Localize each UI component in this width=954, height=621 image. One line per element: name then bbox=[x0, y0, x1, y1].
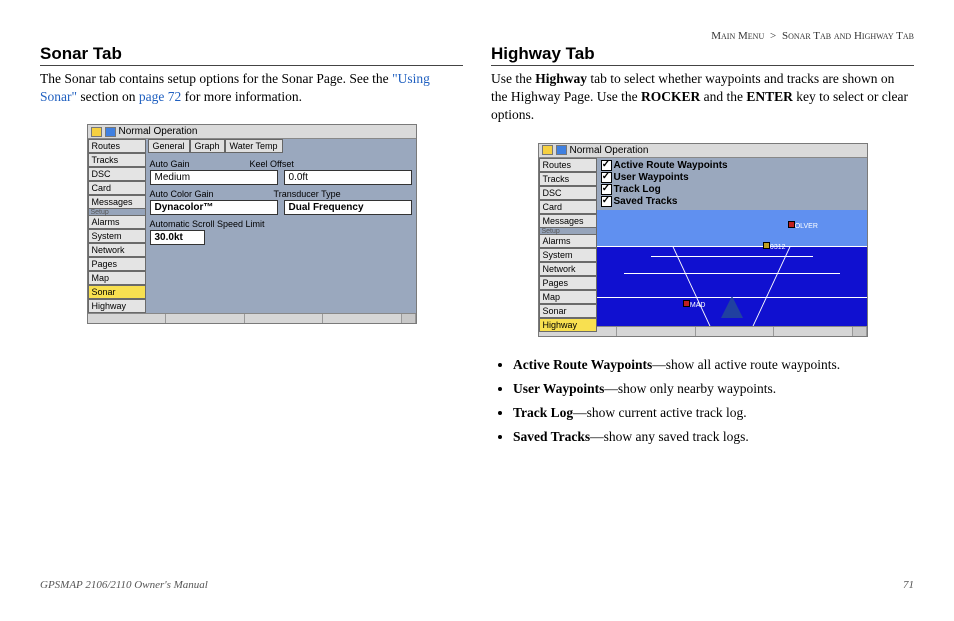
tab-tracks[interactable]: Tracks bbox=[88, 153, 146, 167]
tab-card[interactable]: Card bbox=[539, 200, 597, 214]
label-speed: Automatic Scroll Speed Limit bbox=[150, 219, 412, 229]
tab-system[interactable]: System bbox=[539, 248, 597, 262]
tab-network[interactable]: Network bbox=[539, 262, 597, 276]
tab-tracks[interactable]: Tracks bbox=[539, 172, 597, 186]
breadcrumb: Main Menu > Sonar Tab and Highway Tab bbox=[711, 30, 914, 42]
highway-bold-3: ENTER bbox=[746, 89, 793, 104]
check-user-wp[interactable]: ✓User Waypoints bbox=[601, 172, 863, 183]
sonar-intro-a: The Sonar tab contains setup options for… bbox=[40, 71, 392, 86]
highway-3d-view: OLVER 0312 MAD bbox=[597, 210, 867, 326]
waypoint-0312: 0312 bbox=[763, 242, 786, 251]
app-icon bbox=[542, 145, 553, 155]
tab-dsc[interactable]: DSC bbox=[539, 186, 597, 200]
sonar-section: Sonar Tab The Sonar tab contains setup o… bbox=[40, 44, 463, 452]
highway-app-title: Normal Operation bbox=[570, 145, 649, 156]
tab-routes[interactable]: Routes bbox=[88, 139, 146, 153]
tab-dsc[interactable]: DSC bbox=[88, 167, 146, 181]
label-autogain: Auto Gain bbox=[150, 159, 190, 169]
sonar-app-window: Normal Operation Routes Tracks DSC Card … bbox=[87, 124, 417, 324]
tab-highway[interactable]: Highway bbox=[88, 299, 146, 313]
sonar-sidebar: Routes Tracks DSC Card Messages Setup Al… bbox=[88, 139, 146, 313]
sonar-intro: The Sonar tab contains setup options for… bbox=[40, 70, 463, 106]
check-track-log[interactable]: ✓Track Log bbox=[601, 184, 863, 195]
highway-heading: Highway Tab bbox=[491, 44, 914, 66]
bullet-saved-tracks: Saved Tracks—show any saved track logs. bbox=[513, 427, 914, 447]
bullet-active-route: Active Route Waypoints—show all active r… bbox=[513, 355, 914, 375]
tab-pages[interactable]: Pages bbox=[539, 276, 597, 290]
label-keel: Keel Offset bbox=[250, 159, 294, 169]
sonar-intro-c: for more information. bbox=[181, 89, 302, 104]
highway-statusbar bbox=[539, 326, 867, 336]
highway-sidebar: Routes Tracks DSC Card Messages Setup Al… bbox=[539, 158, 597, 326]
field-autogain[interactable]: Medium bbox=[150, 170, 278, 185]
footer-page-number: 71 bbox=[903, 579, 914, 591]
footer-manual-title: GPSMAP 2106/2110 Owner's Manual bbox=[40, 579, 208, 591]
page-footer: GPSMAP 2106/2110 Owner's Manual 71 bbox=[0, 579, 954, 591]
highway-app-window: Normal Operation Routes Tracks DSC Card … bbox=[538, 143, 868, 337]
waypoint-olver: OLVER bbox=[788, 221, 818, 230]
sonar-content: General Graph Water Temp Auto Gain Keel … bbox=[146, 139, 416, 313]
tab-system[interactable]: System bbox=[88, 229, 146, 243]
highway-intro: Use the Highway tab to select whether wa… bbox=[491, 70, 914, 125]
subtab-general[interactable]: General bbox=[148, 139, 190, 153]
breadcrumb-sep: > bbox=[770, 30, 776, 42]
sonar-figure: Normal Operation Routes Tracks DSC Card … bbox=[87, 124, 417, 324]
bullet-user-wp: User Waypoints—show only nearby waypoint… bbox=[513, 379, 914, 399]
tab-routes[interactable]: Routes bbox=[539, 158, 597, 172]
highway-bold-1: Highway bbox=[535, 71, 587, 86]
app-icon bbox=[91, 127, 102, 137]
sonar-heading: Sonar Tab bbox=[40, 44, 463, 66]
label-trans: Transducer Type bbox=[274, 189, 341, 199]
checkbox-icon: ✓ bbox=[601, 184, 612, 195]
bullet-track-log: Track Log—show current active track log. bbox=[513, 403, 914, 423]
subtab-watertemp[interactable]: Water Temp bbox=[225, 139, 283, 153]
tab-map[interactable]: Map bbox=[539, 290, 597, 304]
tab-network[interactable]: Network bbox=[88, 243, 146, 257]
waypoint-mad: MAD bbox=[683, 300, 706, 309]
check-active-route[interactable]: ✓Active Route Waypoints bbox=[601, 160, 863, 171]
tab-pages[interactable]: Pages bbox=[88, 257, 146, 271]
breadcrumb-leaf: Sonar Tab and Highway Tab bbox=[782, 30, 914, 42]
sonar-app-titlebar: Normal Operation bbox=[88, 125, 416, 139]
checkbox-icon: ✓ bbox=[601, 160, 612, 171]
highway-content: ✓Active Route Waypoints ✓User Waypoints … bbox=[597, 158, 867, 326]
sonar-subtabs: General Graph Water Temp bbox=[146, 139, 416, 153]
sonar-statusbar bbox=[88, 313, 416, 323]
tab-alarms[interactable]: Alarms bbox=[539, 234, 597, 248]
checkbox-icon: ✓ bbox=[601, 172, 612, 183]
tab-sonar[interactable]: Sonar bbox=[539, 304, 597, 318]
highway-section: Highway Tab Use the Highway tab to selec… bbox=[491, 44, 914, 452]
label-color: Auto Color Gain bbox=[150, 189, 214, 199]
app-icon-2 bbox=[556, 145, 567, 155]
sonar-intro-b: section on bbox=[77, 89, 139, 104]
highway-bullets: Active Route Waypoints—show all active r… bbox=[491, 355, 914, 448]
tab-alarms[interactable]: Alarms bbox=[88, 215, 146, 229]
tab-card[interactable]: Card bbox=[88, 181, 146, 195]
check-saved-tracks[interactable]: ✓Saved Tracks bbox=[601, 196, 863, 207]
highway-checks: ✓Active Route Waypoints ✓User Waypoints … bbox=[597, 158, 867, 210]
highway-bold-2: ROCKER bbox=[641, 89, 700, 104]
highway-figure: Normal Operation Routes Tracks DSC Card … bbox=[538, 143, 868, 337]
boat-icon bbox=[721, 296, 743, 318]
page-72-link[interactable]: page 72 bbox=[139, 89, 181, 104]
checkbox-icon: ✓ bbox=[601, 196, 612, 207]
field-trans[interactable]: Dual Frequency bbox=[284, 200, 412, 215]
sonar-app-title: Normal Operation bbox=[119, 126, 198, 137]
tab-map[interactable]: Map bbox=[88, 271, 146, 285]
highway-app-titlebar: Normal Operation bbox=[539, 144, 867, 158]
field-color[interactable]: Dynacolor™ bbox=[150, 200, 278, 215]
breadcrumb-root: Main Menu bbox=[711, 30, 764, 42]
tab-sonar[interactable]: Sonar bbox=[88, 285, 146, 299]
field-speed[interactable]: 30.0kt bbox=[150, 230, 205, 245]
subtab-graph[interactable]: Graph bbox=[190, 139, 225, 153]
app-icon-2 bbox=[105, 127, 116, 137]
field-keel[interactable]: 0.0ft bbox=[284, 170, 412, 185]
tab-messages[interactable]: Messages bbox=[539, 214, 597, 228]
tab-messages[interactable]: Messages bbox=[88, 195, 146, 209]
